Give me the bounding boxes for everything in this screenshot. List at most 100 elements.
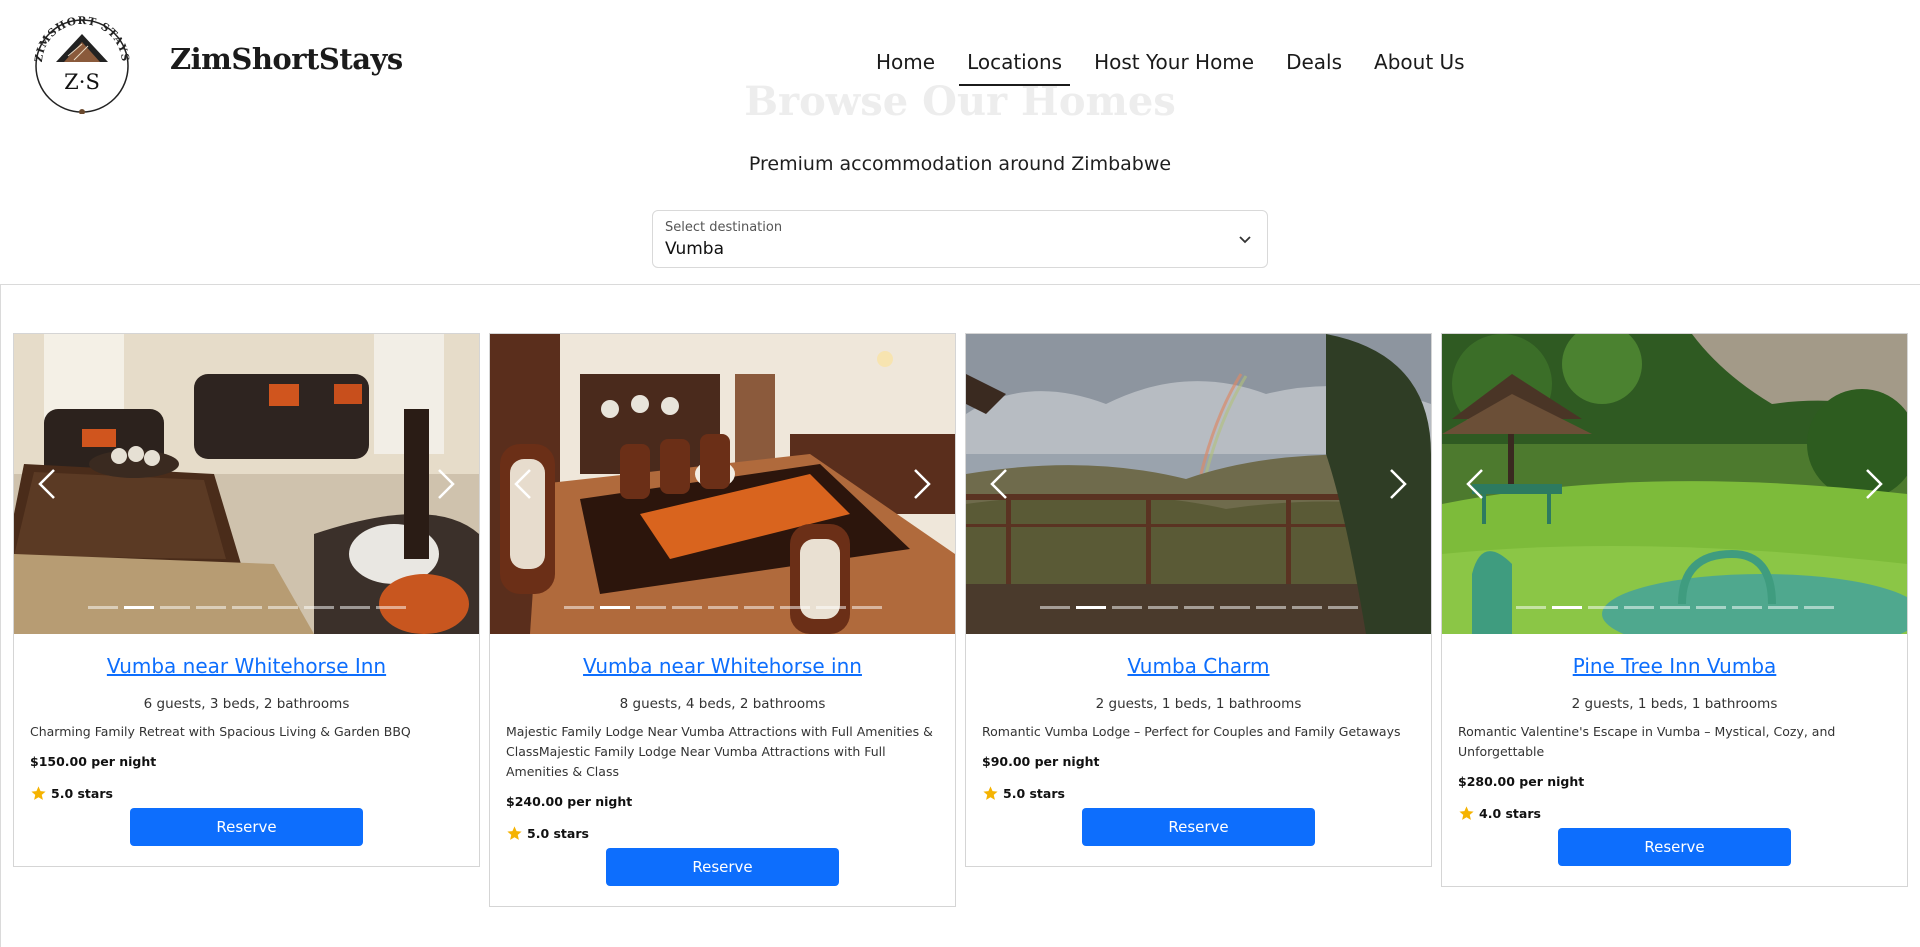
carousel-indicator-active[interactable] — [1075, 606, 1106, 609]
carousel-indicator[interactable] — [1291, 606, 1322, 609]
carousel-indicator[interactable] — [779, 606, 810, 609]
carousel-indicator[interactable] — [1587, 606, 1618, 609]
carousel-indicator[interactable] — [1255, 606, 1286, 609]
carousel-indicator[interactable] — [815, 606, 846, 609]
carousel-indicator[interactable] — [1659, 606, 1690, 609]
carousel-indicators — [966, 606, 1431, 609]
listing-photo-carousel[interactable] — [490, 334, 955, 634]
carousel-indicator[interactable] — [707, 606, 738, 609]
reserve-button[interactable]: Reserve — [1558, 828, 1791, 866]
carousel-indicator[interactable] — [267, 606, 298, 609]
brand-name[interactable]: ZimShortStays — [170, 42, 403, 76]
dining-room-photo — [490, 334, 955, 634]
carousel-indicator[interactable] — [1767, 606, 1798, 609]
nav-host-your-home[interactable]: Host Your Home — [1086, 48, 1262, 86]
carousel-indicator[interactable] — [1219, 606, 1250, 609]
chevron-right-icon[interactable] — [433, 468, 457, 500]
listing-price: $240.00 per night — [506, 794, 633, 809]
listing-rating-text: 5.0 stars — [1003, 786, 1065, 801]
listing-details: 2 guests, 1 beds, 1 bathrooms — [1571, 696, 1778, 712]
chevron-left-icon[interactable] — [512, 468, 536, 500]
carousel-indicator[interactable] — [1803, 606, 1834, 609]
carousel-indicator[interactable] — [1039, 606, 1070, 609]
listing-rating-text: 5.0 stars — [51, 786, 113, 801]
carousel-indicator-active[interactable] — [1551, 606, 1582, 609]
listing-card: Pine Tree Inn Vumba 2 guests, 1 beds, 1 … — [1441, 333, 1908, 887]
listing-price: $280.00 per night — [1458, 774, 1585, 789]
carousel-indicators — [14, 606, 479, 609]
listing-rating: 5.0 stars — [30, 785, 463, 802]
listing-card: Vumba near Whitehorse inn 8 guests, 4 be… — [489, 333, 956, 907]
reserve-button[interactable]: Reserve — [606, 848, 839, 886]
listing-photo-carousel[interactable] — [966, 334, 1431, 634]
nav-about-us[interactable]: About Us — [1366, 48, 1473, 86]
carousel-indicator[interactable] — [231, 606, 262, 609]
garden-photo — [1442, 334, 1907, 634]
listing-rating: 5.0 stars — [506, 825, 939, 842]
carousel-indicator[interactable] — [339, 606, 370, 609]
carousel-indicator[interactable] — [1147, 606, 1178, 609]
chevron-left-icon[interactable] — [36, 468, 60, 500]
carousel-indicator[interactable] — [303, 606, 334, 609]
carousel-indicator[interactable] — [1731, 606, 1762, 609]
star-icon — [507, 826, 522, 840]
carousel-indicator[interactable] — [1623, 606, 1654, 609]
reserve-button[interactable]: Reserve — [130, 808, 363, 846]
carousel-indicators — [1442, 606, 1907, 609]
carousel-indicator[interactable] — [1515, 606, 1546, 609]
carousel-indicator[interactable] — [1183, 606, 1214, 609]
listing-card: Vumba near Whitehorse Inn 6 guests, 3 be… — [13, 333, 480, 867]
listing-photo-carousel[interactable] — [1442, 334, 1907, 634]
carousel-indicator[interactable] — [375, 606, 406, 609]
nav-home[interactable]: Home — [868, 48, 943, 86]
destination-select-value: Vumba — [665, 239, 725, 259]
carousel-indicators — [490, 606, 955, 609]
logo-monogram: Z·S — [64, 70, 100, 94]
listing-details: 6 guests, 3 beds, 2 bathrooms — [143, 696, 350, 712]
destination-select[interactable]: Select destination Vumba — [652, 210, 1268, 268]
carousel-indicator[interactable] — [671, 606, 702, 609]
carousel-indicator[interactable] — [851, 606, 882, 609]
carousel-indicator[interactable] — [87, 606, 118, 609]
carousel-indicator[interactable] — [563, 606, 594, 609]
listing-title[interactable]: Vumba near Whitehorse Inn — [30, 654, 463, 678]
listing-title[interactable]: Vumba Charm — [982, 654, 1415, 678]
carousel-indicator[interactable] — [1111, 606, 1142, 609]
page-subtitle: Premium accommodation around Zimbabwe — [748, 153, 1172, 175]
carousel-indicator[interactable] — [1695, 606, 1726, 609]
listing-price: $150.00 per night — [30, 754, 157, 769]
reserve-button[interactable]: Reserve — [1082, 808, 1315, 846]
carousel-indicator[interactable] — [1327, 606, 1358, 609]
listing-photo-carousel[interactable] — [14, 334, 479, 634]
carousel-indicator[interactable] — [743, 606, 774, 609]
mountain-view-photo — [966, 334, 1431, 634]
listing-price: $90.00 per night — [982, 754, 1100, 769]
listing-title[interactable]: Vumba near Whitehorse inn — [506, 654, 939, 678]
chevron-left-icon[interactable] — [1464, 468, 1488, 500]
carousel-indicator-active[interactable] — [123, 606, 154, 609]
listing-rating: 5.0 stars — [982, 785, 1415, 802]
listing-details: 8 guests, 4 beds, 2 bathrooms — [619, 696, 826, 712]
chevron-right-icon[interactable] — [1861, 468, 1885, 500]
nav-deals[interactable]: Deals — [1278, 48, 1350, 86]
listing-card: Vumba Charm 2 guests, 1 beds, 1 bathroom… — [965, 333, 1432, 867]
star-icon — [983, 786, 998, 800]
carousel-indicator-active[interactable] — [599, 606, 630, 609]
living-room-photo — [14, 334, 479, 634]
site-logo[interactable]: ZIMSHORT STAYS Z·S — [26, 10, 138, 115]
nav-locations[interactable]: Locations — [959, 48, 1071, 86]
listing-title[interactable]: Pine Tree Inn Vumba — [1458, 654, 1891, 678]
listing-details: 2 guests, 1 beds, 1 bathrooms — [1095, 696, 1302, 712]
carousel-indicator[interactable] — [159, 606, 190, 609]
site-header: ZIMSHORT STAYS Z·S ZimShortStays Home Lo… — [0, 0, 1920, 120]
chevron-right-icon[interactable] — [909, 468, 933, 500]
listing-rating: 4.0 stars — [1458, 805, 1891, 822]
chevron-left-icon[interactable] — [988, 468, 1012, 500]
main-nav: Home Locations Host Your Home Deals Abou… — [868, 48, 1489, 86]
listing-description: Romantic Valentine's Escape in Vumba – M… — [1458, 724, 1836, 759]
carousel-indicator[interactable] — [195, 606, 226, 609]
carousel-indicator[interactable] — [635, 606, 666, 609]
listing-description: Charming Family Retreat with Spacious Li… — [30, 724, 411, 739]
chevron-right-icon[interactable] — [1385, 468, 1409, 500]
listing-rating-text: 5.0 stars — [527, 826, 589, 841]
